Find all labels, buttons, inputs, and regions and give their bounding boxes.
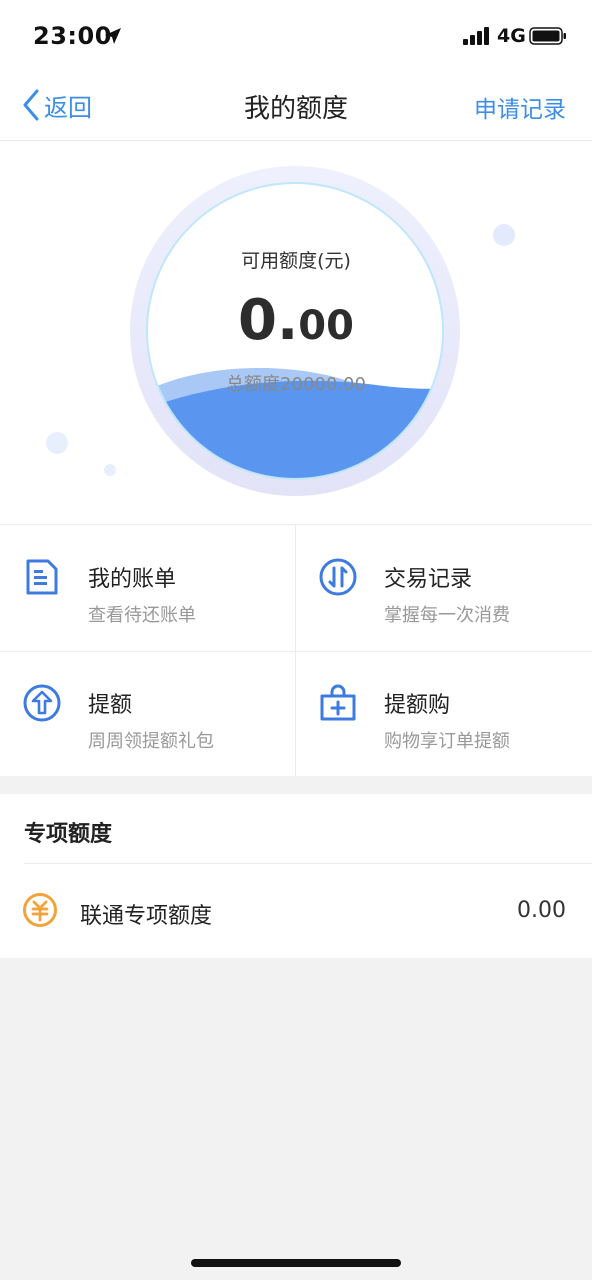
grid-item-raise-limit-shop[interactable]: 提额购 购物享订单提额 <box>296 651 592 777</box>
home-indicator[interactable] <box>191 1259 401 1267</box>
grid-item-desc: 掌握每一次消费 <box>384 605 510 626</box>
grid-item-raise-limit[interactable]: 提额 周周领提额礼包 <box>0 651 296 777</box>
cellular-signal-icon <box>463 27 491 49</box>
battery-icon <box>529 27 567 49</box>
status-time: 23:00 <box>33 22 112 50</box>
function-grid: 我的账单 查看待还账单 交易记录 掌握每一次消费 提额 周周领提额礼包 提额购 … <box>0 524 592 777</box>
bill-icon <box>22 557 62 597</box>
section-title: 专项额度 <box>24 822 113 847</box>
grid-item-name: 交易记录 <box>384 567 473 592</box>
grid-item-desc: 周周领提额礼包 <box>88 731 214 752</box>
special-quota-item-unicom[interactable]: 联通专项额度 0.00 <box>0 864 592 958</box>
yuan-coin-icon <box>22 892 58 932</box>
grid-item-desc: 查看待还账单 <box>88 605 196 626</box>
quota-value-integer: 0. <box>238 288 299 353</box>
status-bar: 23:00 4G <box>0 0 592 70</box>
total-quota: 总额度20000.00 <box>226 374 366 395</box>
grid-item-name: 提额 <box>88 693 133 718</box>
special-quota-amount: 0.00 <box>517 898 566 923</box>
quota-value-decimal: 00 <box>298 303 354 349</box>
navigation-bar: 返回 我的额度 申请记录 <box>0 70 592 141</box>
network-type: 4G <box>497 25 526 47</box>
decor-bubble <box>46 432 68 454</box>
decor-bubble <box>104 464 116 476</box>
shopping-bag-icon <box>318 683 358 723</box>
grid-item-my-bill[interactable]: 我的账单 查看待还账单 <box>0 525 296 651</box>
special-quota-section: 专项额度 联通专项额度 0.00 <box>0 794 592 958</box>
special-quota-name: 联通专项额度 <box>80 904 213 929</box>
grid-item-name: 我的账单 <box>88 567 177 592</box>
grid-item-name: 提额购 <box>384 693 451 718</box>
grid-item-desc: 购物享订单提额 <box>384 731 510 752</box>
available-quota-label: 可用额度(元) <box>241 250 351 272</box>
apply-record-link[interactable]: 申请记录 <box>474 90 566 124</box>
location-arrow-icon <box>104 27 122 49</box>
available-quota-value: 0.00 <box>0 288 592 353</box>
raise-limit-icon <box>22 683 62 723</box>
transaction-icon <box>318 557 358 597</box>
grid-item-transaction-record[interactable]: 交易记录 掌握每一次消费 <box>296 525 592 651</box>
decor-bubble <box>493 224 515 246</box>
